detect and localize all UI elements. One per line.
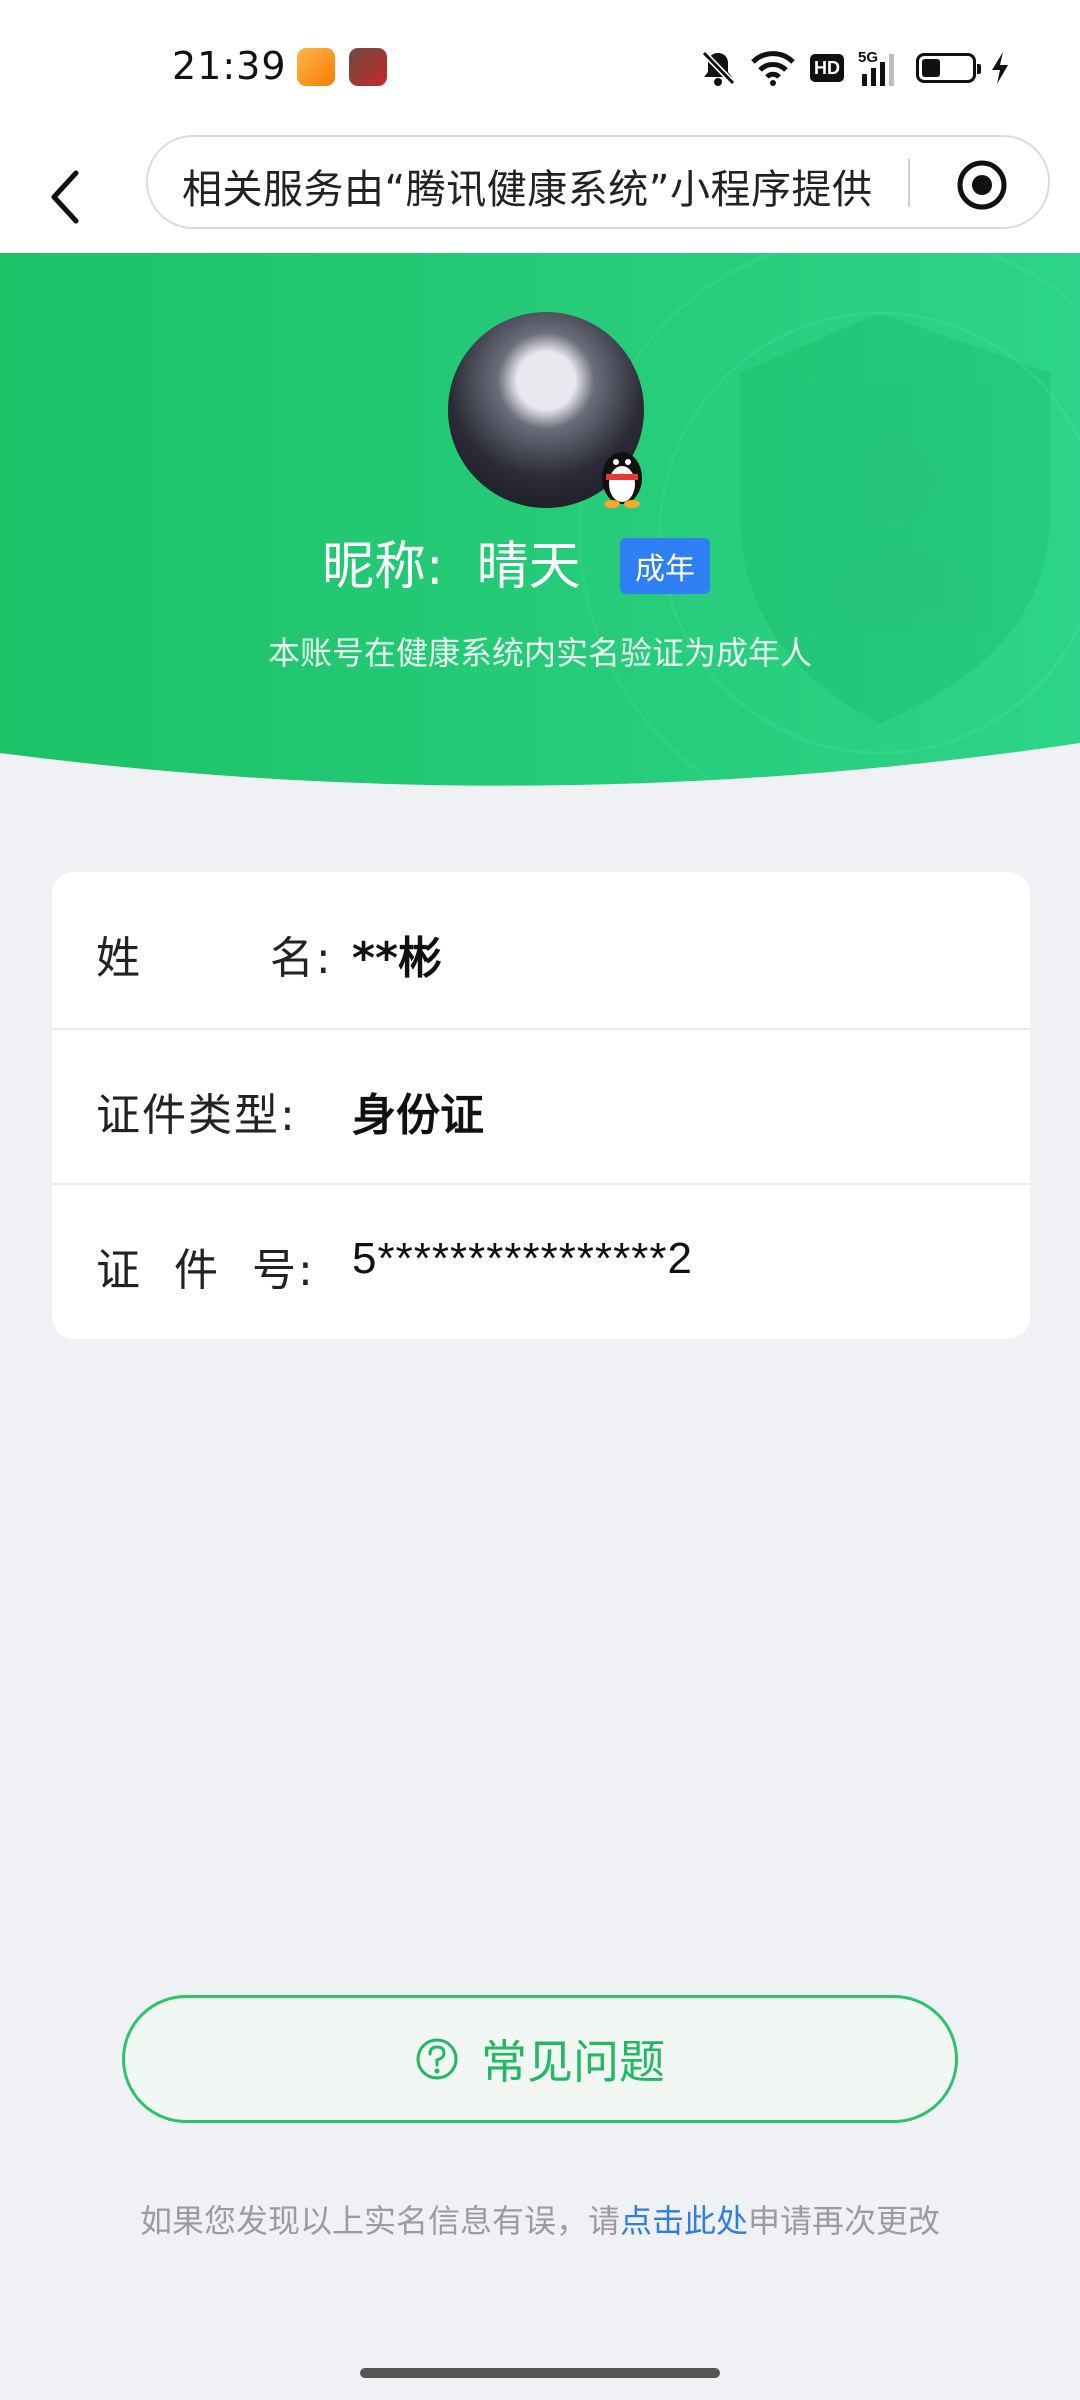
verification-subtitle: 本账号在健康系统内实名验证为成年人 — [267, 634, 812, 672]
notice-prefix: 如果您发现以上实名信息有误，请 — [139, 2202, 620, 2240]
name-value: **彬 — [352, 933, 443, 984]
5g-signal-icon: 5G — [858, 49, 894, 86]
faq-label: 常见问题 — [481, 2035, 665, 2089]
nickname-value: 晴天 — [476, 537, 581, 597]
nav-bar: 相关服务由“腾讯健康系统”小程序提供 — [0, 135, 1080, 255]
back-arrow-icon[interactable] — [40, 155, 90, 235]
nickname-label: 昵称: — [322, 537, 444, 597]
id-number-label: 证 件 号: — [96, 1245, 315, 1296]
faq-button[interactable]: 常见问题 — [122, 1995, 958, 2123]
battery-icon — [916, 53, 981, 83]
correction-notice: 如果您发现以上实名信息有误，请点击此处申请再次更改 — [0, 2196, 1080, 2242]
home-indicator[interactable] — [360, 2368, 720, 2378]
service-info-bar[interactable]: 相关服务由“腾讯健康系统”小程序提供 — [146, 135, 1050, 229]
status-time: 21:39 — [172, 44, 287, 88]
divider — [908, 159, 910, 207]
service-info-text: 相关服务由“腾讯健康系统”小程序提供 — [182, 167, 873, 213]
status-bar: 21:39 HD 5G — [0, 0, 1080, 135]
app-notification-icon — [297, 48, 335, 86]
adult-badge: 成年 — [620, 538, 710, 594]
record-icon[interactable] — [956, 159, 1008, 211]
name-label: 姓 名: — [96, 933, 333, 984]
correction-link[interactable]: 点击此处 — [620, 2202, 748, 2240]
hd-icon: HD — [810, 54, 844, 82]
charging-icon — [992, 52, 1008, 84]
question-icon — [416, 2038, 458, 2080]
id-type-value: 身份证 — [352, 1090, 484, 1141]
identity-info-card: 姓 名: **彬 证件类型: 身份证 证 件 号: 5*************… — [52, 872, 1030, 1339]
qq-penguin-icon — [602, 452, 642, 508]
mute-icon — [701, 50, 736, 86]
nickname-line: 昵称: 晴天 — [322, 524, 581, 599]
id-type-label: 证件类型: — [96, 1090, 297, 1141]
name-row: 姓 名: **彬 — [52, 872, 1030, 1027]
status-icons: HD 5G — [700, 46, 1010, 90]
game-notification-icon — [349, 48, 387, 86]
wifi-icon — [751, 51, 795, 86]
id-type-row: 证件类型: 身份证 — [52, 1029, 1030, 1184]
id-number-row: 证 件 号: 5****************2 — [52, 1184, 1030, 1339]
id-number-value: 5****************2 — [352, 1234, 693, 1283]
notice-suffix: 申请再次更改 — [748, 2202, 941, 2240]
svg-text:5G: 5G — [858, 49, 878, 66]
